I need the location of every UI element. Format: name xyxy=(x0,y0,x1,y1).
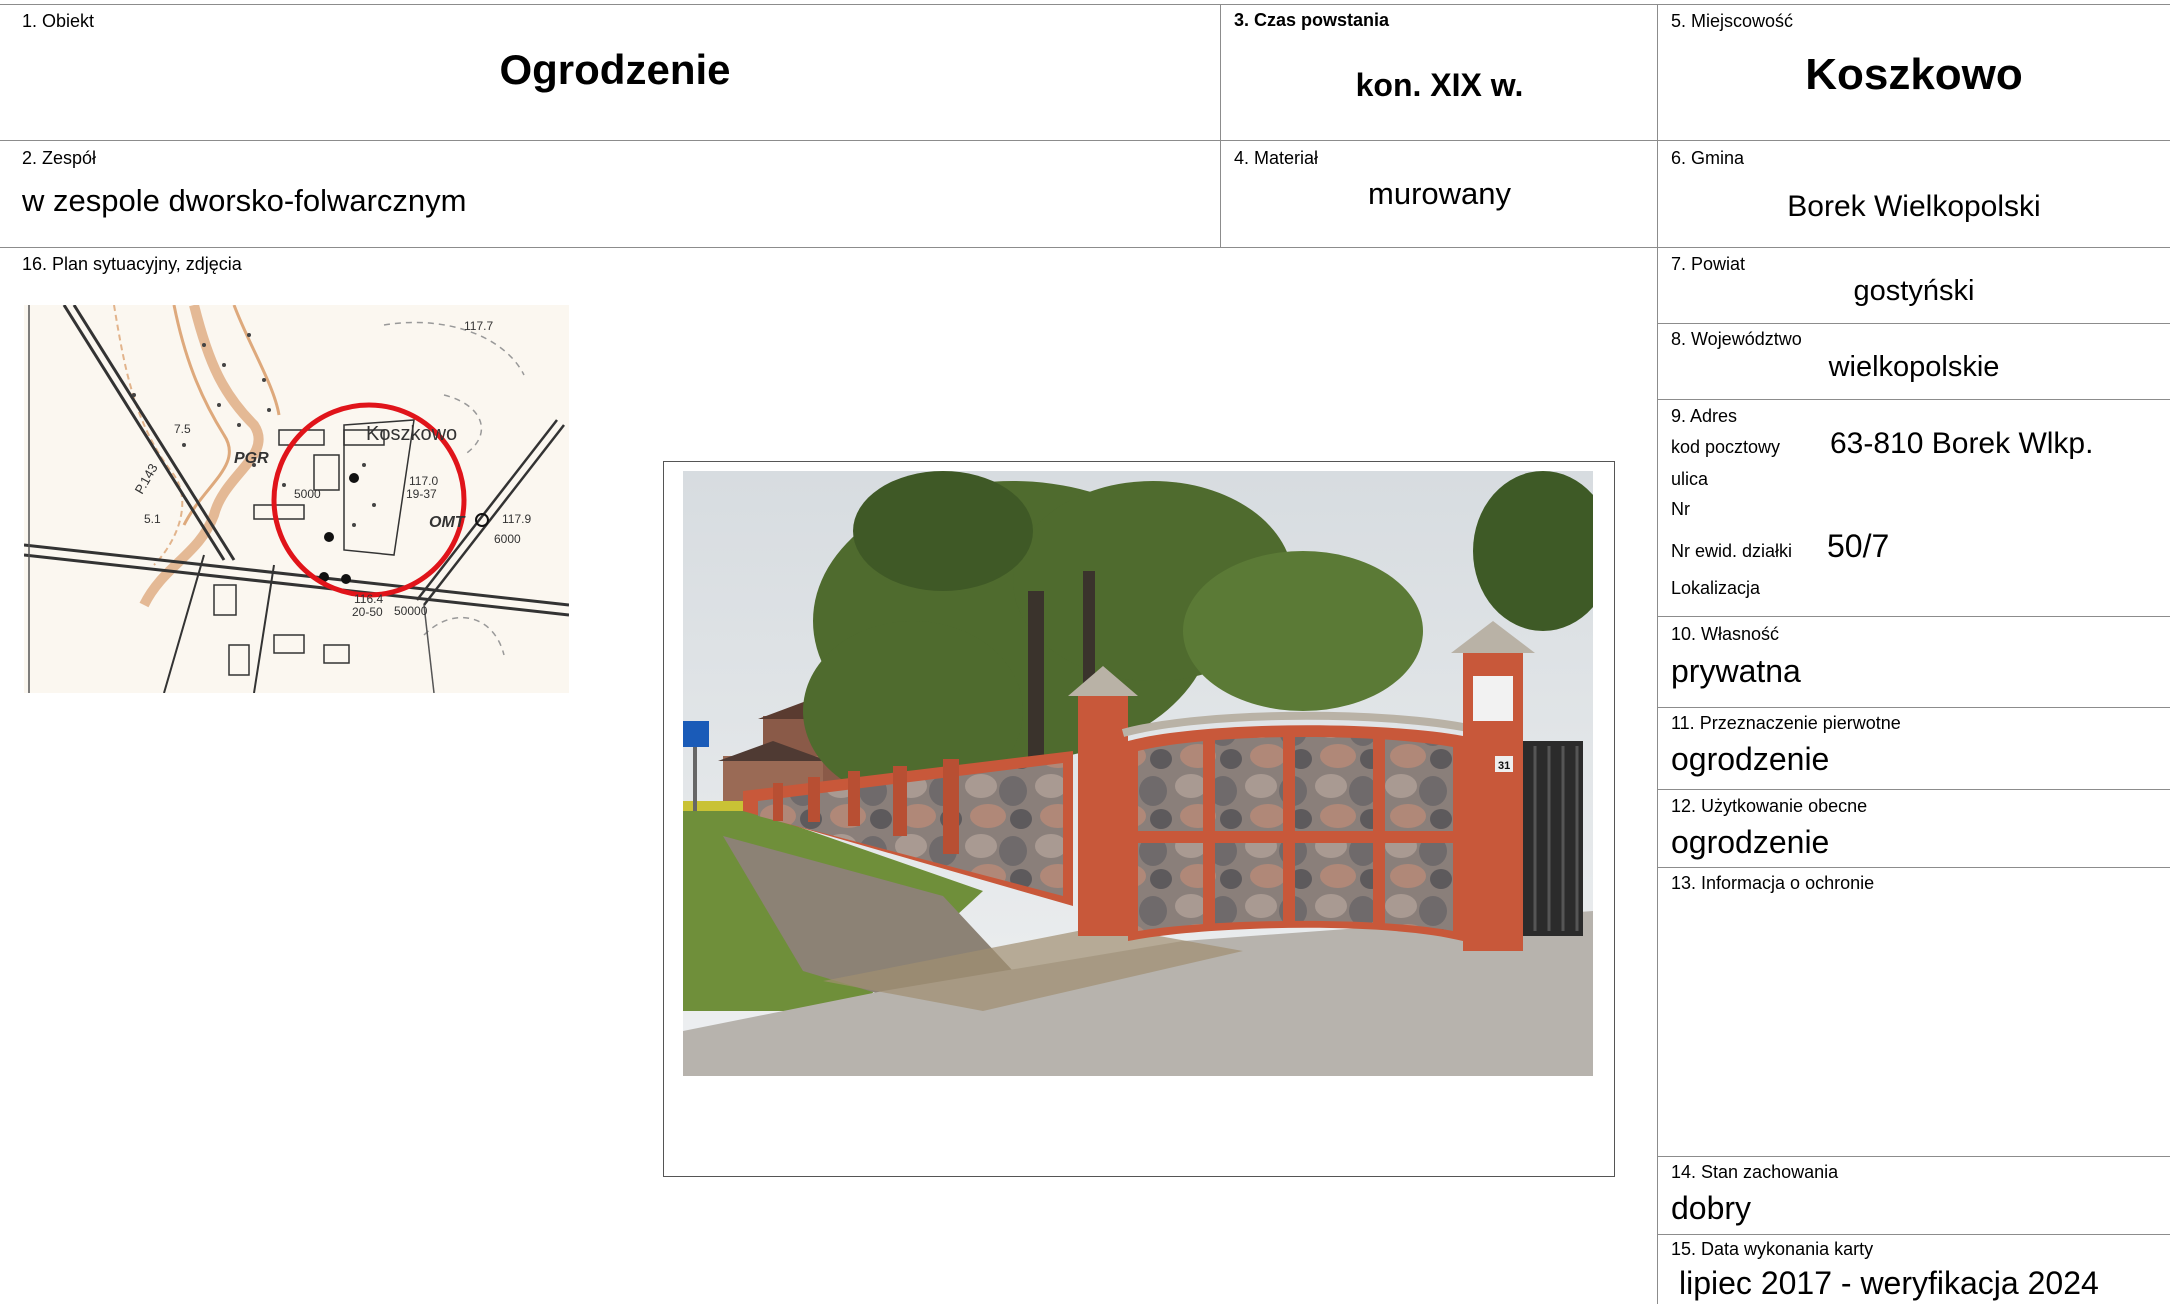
gmina-label: 6. Gmina xyxy=(1671,148,1745,168)
miejscowosc-label: 5. Miejscowość xyxy=(1671,11,1794,31)
map-label-1937: 19-37 xyxy=(406,487,437,501)
rule-row1 xyxy=(0,140,2170,141)
map-label-6000: 6000 xyxy=(494,532,521,546)
gate-number: 31 xyxy=(1498,760,1510,772)
map-label-pgr: PGR xyxy=(234,450,269,467)
czas-label: 3. Czas powstania xyxy=(1234,10,1390,30)
fence-photo-graphic: 31 xyxy=(683,471,1593,1076)
kod-value: 63-810 Borek Wlkp. xyxy=(1830,427,2094,460)
ochrona-label: 13. Informacja o ochronie xyxy=(1671,873,1875,893)
map-place-label: Koszkowo xyxy=(366,423,457,445)
map-label-1179: 117.9 xyxy=(502,512,531,526)
map-label-75: 7.5 xyxy=(174,422,191,436)
wojewodztwo-label: 8. Województwo xyxy=(1671,329,1802,349)
map-graphic: Koszkowo PGR OMT 5000 6000 50000 117.7 1… xyxy=(24,305,569,693)
map-label-omt: OMT xyxy=(429,514,466,531)
nr-label: Nr xyxy=(1671,499,1690,519)
dzialka-value: 50/7 xyxy=(1827,528,1890,564)
przeznaczenie-label: 11. Przeznaczenie pierwotne xyxy=(1671,713,1901,733)
material-value: murowany xyxy=(1368,176,1511,211)
gmina-value: Borek Wielkopolski xyxy=(1787,190,2041,223)
map-label-2050: 20-50 xyxy=(352,605,383,619)
rule-ochrona xyxy=(1657,1156,2170,1157)
map-label-50000: 50000 xyxy=(394,604,428,618)
wojewodztwo-value: wielkopolskie xyxy=(1828,351,2000,383)
wlasnosc-label: 10. Własność xyxy=(1671,624,1780,644)
rule-col1 xyxy=(1220,4,1221,247)
rule-row2 xyxy=(0,247,2170,248)
data-value: lipiec 2017 - weryfikacja 2024 xyxy=(1679,1265,2099,1301)
fence-photo: 31 xyxy=(683,471,1593,1076)
powiat-value: gostyński xyxy=(1853,275,1975,307)
adres-label: 9. Adres xyxy=(1671,406,1738,426)
dzialka-label: Nr ewid. działki xyxy=(1671,541,1793,561)
stan-value: dobry xyxy=(1671,1190,1752,1226)
rule-stan xyxy=(1657,1234,2170,1235)
map-label-51: 5.1 xyxy=(144,512,161,526)
zespol-value: w zespole dworsko-folwarcznym xyxy=(22,183,467,218)
przeznaczenie-value: ogrodzenie xyxy=(1671,741,1830,777)
rule-powiat xyxy=(1657,323,2170,324)
uzytkowanie-value: ogrodzenie xyxy=(1671,824,1830,860)
kod-label: kod pocztowy xyxy=(1671,437,1781,457)
plan-label: 16. Plan sytuacyjny, zdjęcia xyxy=(22,254,242,274)
rule-przeznaczenie xyxy=(1657,789,2170,790)
rule-adres xyxy=(1657,616,2170,617)
map-label-1164: 116.4 xyxy=(354,592,383,606)
situation-map: Koszkowo PGR OMT 5000 6000 50000 117.7 1… xyxy=(24,305,569,693)
rule-woj xyxy=(1657,399,2170,400)
rule-wlasnosc xyxy=(1657,707,2170,708)
miejscowosc-value: Koszkowo xyxy=(1805,50,2023,99)
obiekt-label: 1. Obiekt xyxy=(22,11,95,31)
map-label-1170: 117.0 xyxy=(409,474,438,488)
rule-top xyxy=(0,4,2170,5)
czas-value: kon. XIX w. xyxy=(1355,67,1524,103)
rule-uzytkowanie xyxy=(1657,867,2170,868)
powiat-label: 7. Powiat xyxy=(1671,254,1746,274)
stan-label: 14. Stan zachowania xyxy=(1671,1162,1839,1182)
zespol-label: 2. Zespół xyxy=(22,148,97,168)
map-label-5000: 5000 xyxy=(294,487,321,501)
map-label-1177: 117.7 xyxy=(464,319,493,333)
uzytkowanie-label: 12. Użytkowanie obecne xyxy=(1671,796,1868,816)
ulica-label: ulica xyxy=(1671,469,1709,489)
material-label: 4. Materiał xyxy=(1234,148,1319,168)
obiekt-value: Ogrodzenie xyxy=(499,46,731,93)
data-label: 15. Data wykonania karty xyxy=(1671,1239,1874,1259)
wlasnosc-value: prywatna xyxy=(1671,653,1801,689)
lokalizacja-label: Lokalizacja xyxy=(1671,578,1761,598)
